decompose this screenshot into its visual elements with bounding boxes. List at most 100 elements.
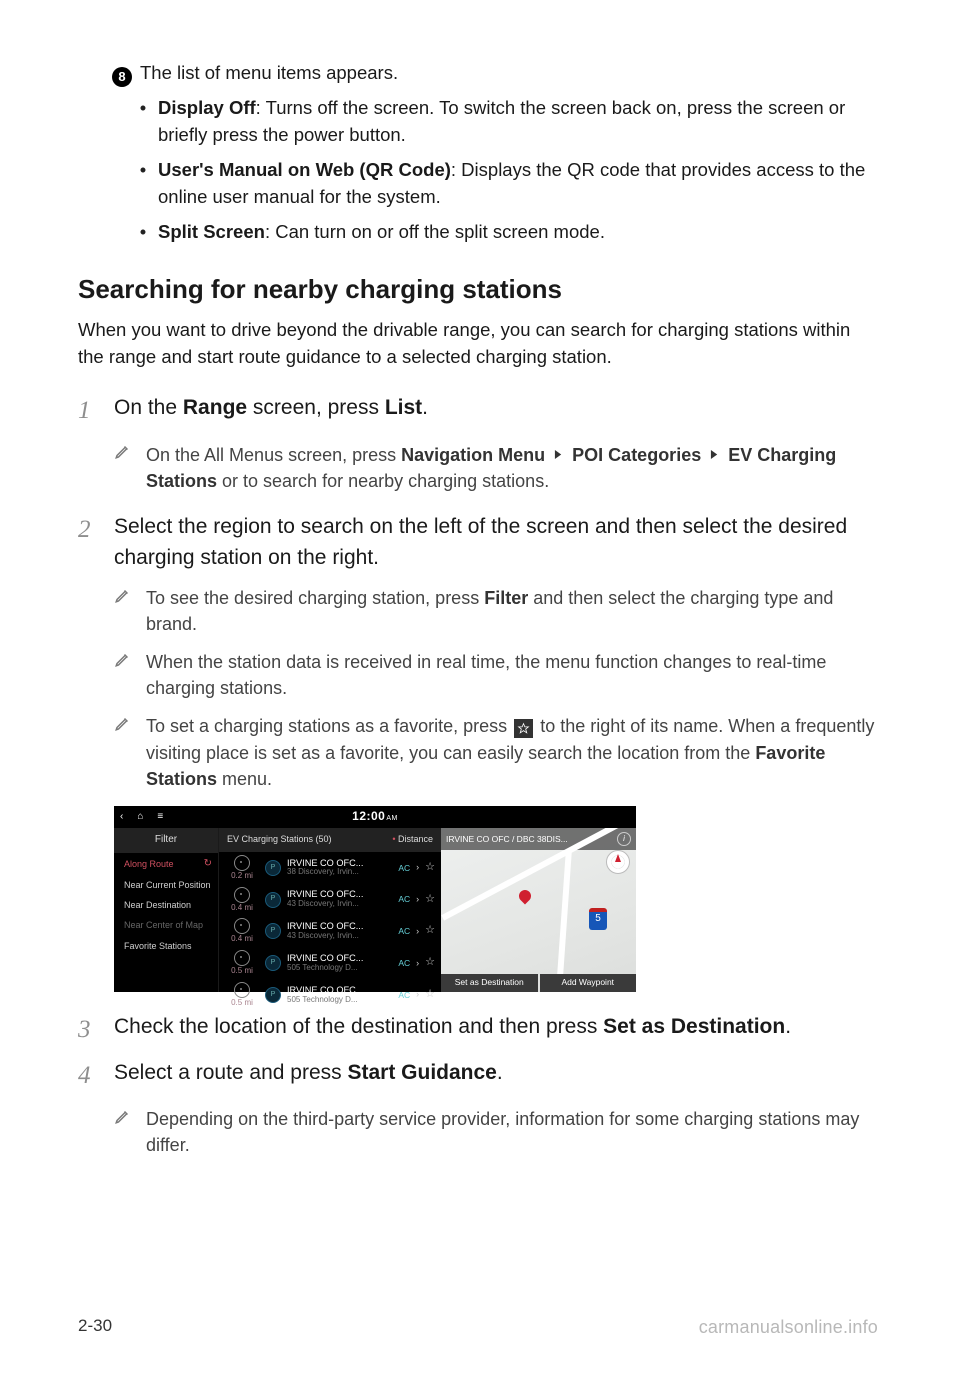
note-text: When the station data is received in rea… [146, 649, 878, 701]
map-pin-icon [517, 887, 534, 904]
step-2-note-c: To set a charging stations as a favorite… [114, 713, 878, 791]
results-panel: EV Charging Stations (50) • Distance 0.2… [219, 828, 441, 992]
distance: 0.2 mi [225, 855, 259, 881]
step-2: 2 Select the region to search on the lef… [78, 512, 878, 573]
step-2-note-b: When the station data is received in rea… [114, 649, 878, 701]
compass-icon[interactable] [606, 850, 630, 874]
info-icon[interactable]: i [617, 832, 631, 846]
station-row[interactable]: 0.4 mi P IRVINE CO OFC...43 Discovery, Irv… [219, 884, 441, 916]
station-name: IRVINE CO OFC...505 Technology D... [287, 954, 392, 972]
ev-search-screenshot: ‹ ⌂ ≡ 12:00AM Filter Along Route↻ Near C… [114, 806, 636, 992]
step-2-body: Select the region to search on the left … [114, 512, 878, 573]
watermark: carmanualsonline.info [699, 1314, 878, 1340]
charger-type: AC [398, 862, 410, 874]
map-title: IRVINE CO OFC / DBC 38DIS... [446, 833, 568, 845]
results-sort[interactable]: • Distance [392, 833, 433, 846]
map-panel[interactable]: IRVINE CO OFC / DBC 38DIS... i 5 Set as … [441, 828, 636, 992]
charger-type: AC [398, 893, 410, 905]
note-text: On the All Menus screen, press Navigatio… [146, 441, 878, 494]
results-title: EV Charging Stations (50) [227, 833, 332, 846]
clock: 12:00AM [352, 808, 398, 825]
station-type-icon: P [265, 923, 281, 939]
shot-topbar: ‹ ⌂ ≡ 12:00AM [114, 806, 636, 828]
item-8-bullets: • Display Off: Turns off the screen. To … [138, 95, 878, 245]
filter-near-center-map[interactable]: Near Center of Map [114, 915, 218, 935]
add-waypoint-button[interactable]: Add Waypoint [540, 974, 637, 991]
station-row[interactable]: 0.2 miPIRVINE CO OFC...38 Discovery, Irv… [219, 852, 441, 884]
chevron-right-icon[interactable]: › [416, 957, 419, 970]
station-type-icon: P [265, 987, 281, 1003]
station-name: IRVINE CO OFC...43 Discovery, Irvin... [287, 890, 392, 908]
favorite-star-icon[interactable]: ☆ [425, 955, 435, 971]
favorite-star-icon[interactable]: ☆ [425, 987, 435, 1003]
step-2-note-a: To see the desired charging station, pre… [114, 585, 878, 637]
back-icon[interactable]: ‹ [120, 810, 123, 825]
step-1-body: On the Range screen, press List. [114, 393, 878, 429]
page-number: 2-30 [78, 1314, 112, 1340]
chevron-right-icon[interactable]: › [416, 988, 419, 1001]
filter-along-route[interactable]: Along Route↻ [114, 853, 218, 875]
filter-panel: Filter Along Route↻ Near Current Positio… [114, 828, 219, 992]
note-text: To see the desired charging station, pre… [146, 585, 878, 637]
distance: 0.5 mi [225, 950, 259, 976]
station-row[interactable]: 0.5 miPIRVINE CO OFC...505 Technology D.… [219, 979, 441, 1011]
bullet-dot-icon: • [138, 219, 148, 246]
bullet-dot-icon: • [138, 95, 148, 149]
favorite-star-icon[interactable]: ☆ [425, 892, 435, 908]
marker-8-icon: 8 [112, 67, 132, 87]
results-header: EV Charging Stations (50) • Distance [219, 828, 441, 852]
distance: 0.4 mi [225, 887, 259, 913]
step-1: 1 On the Range screen, press List. [78, 393, 878, 429]
step-3-body: Check the location of the destination an… [114, 1012, 878, 1048]
step-4-body: Select a route and press Start Guidance. [114, 1058, 878, 1094]
station-row[interactable]: 0.4 mi P IRVINE CO OFC...43 Discovery, Irv… [219, 915, 441, 947]
filter-favorite-stations[interactable]: Favorite Stations [114, 936, 218, 956]
note-text: To set a charging stations as a favorite… [146, 713, 878, 791]
bullet-display-off: • Display Off: Turns off the screen. To … [138, 95, 878, 149]
home-icon[interactable]: ⌂ [137, 810, 143, 825]
step-1-number: 1 [78, 393, 100, 429]
filter-header: Filter [114, 828, 218, 854]
chevron-right-icon[interactable]: › [416, 925, 419, 938]
station-name: IRVINE CO OFC...43 Discovery, Irvin... [287, 922, 392, 940]
step-3-number: 3 [78, 1012, 100, 1048]
filter-near-current[interactable]: Near Current Position [114, 875, 218, 895]
bullet-text: Display Off: Turns off the screen. To sw… [158, 95, 878, 149]
item-8-text: The list of menu items appears. [140, 62, 398, 83]
page-footer: 2-30 carmanualsonline.info [78, 1314, 878, 1340]
bullet-dot-icon: • [138, 157, 148, 211]
step-4: 4 Select a route and press Start Guidanc… [78, 1058, 878, 1094]
set-as-destination-button[interactable]: Set as Destination [441, 974, 538, 991]
bullet-user-manual-qr: • User's Manual on Web (QR Code): Displa… [138, 157, 878, 211]
note-icon [114, 713, 136, 791]
station-type-icon: P [265, 892, 281, 908]
note-icon [114, 441, 136, 494]
station-row[interactable]: 0.5 mi P IRVINE CO OFC...505 Technology D.… [219, 947, 441, 979]
note-icon [114, 649, 136, 701]
end-note: Depending on the third-party service pro… [78, 1106, 878, 1158]
favorite-star-icon[interactable]: ☆ [425, 860, 435, 876]
station-name: IRVINE CO OFC...505 Technology D... [287, 986, 392, 1004]
refresh-icon[interactable]: ↻ [204, 858, 212, 870]
step-3: 3 Check the location of the destination … [78, 1012, 878, 1048]
charger-type: AC [398, 989, 410, 1001]
favorite-star-icon[interactable]: ☆ [425, 923, 435, 939]
section-heading: Searching for nearby charging stations [78, 271, 878, 309]
distance: 0.4 mi [225, 918, 259, 944]
note-text: Depending on the third-party service pro… [146, 1106, 878, 1158]
chevron-right-icon[interactable]: › [416, 861, 419, 874]
bullet-text: User's Manual on Web (QR Code): Displays… [158, 157, 878, 211]
chevron-right-icon [710, 441, 719, 467]
station-type-icon: P [265, 860, 281, 876]
charger-type: AC [398, 957, 410, 969]
note-icon [114, 1106, 136, 1158]
filter-near-destination[interactable]: Near Destination [114, 895, 218, 915]
chevron-right-icon[interactable]: › [416, 893, 419, 906]
step-2-number: 2 [78, 512, 100, 573]
menu-icon[interactable]: ≡ [157, 810, 163, 825]
section-intro: When you want to drive beyond the drivab… [78, 317, 878, 371]
station-type-icon: P [265, 955, 281, 971]
item-8: 8 The list of menu items appears. [112, 60, 878, 87]
charger-type: AC [398, 925, 410, 937]
step-4-number: 4 [78, 1058, 100, 1094]
